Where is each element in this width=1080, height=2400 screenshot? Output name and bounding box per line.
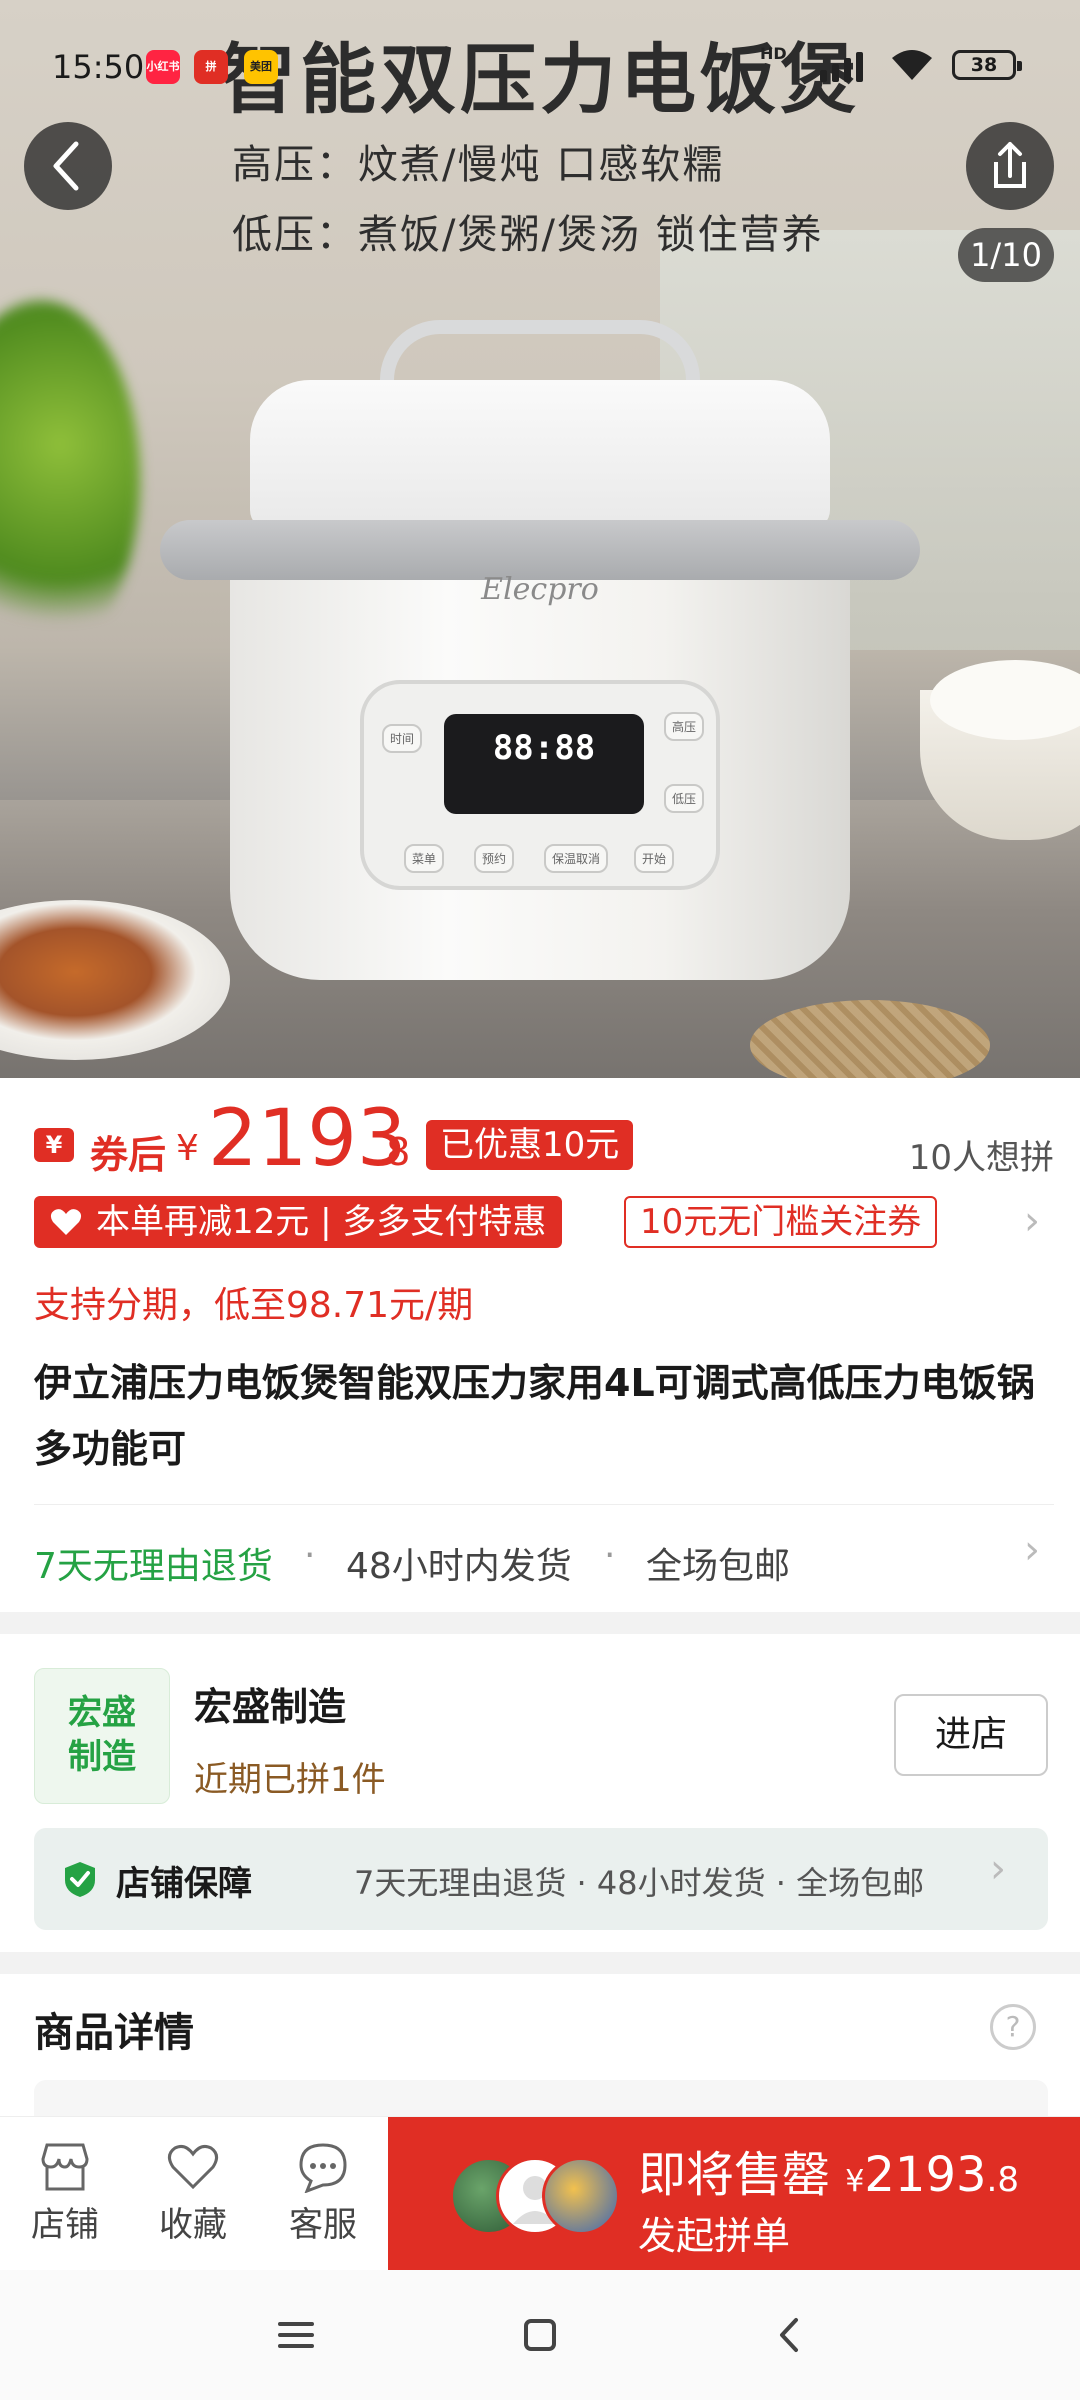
group-buy-button[interactable]: 即将售罄 ¥2193.8 发起拼单 <box>388 2117 1080 2271</box>
share-icon <box>994 142 1026 188</box>
cooker-btn-start: 开始 <box>634 844 675 873</box>
bottom-action-bar: 店铺 收藏 客服 即将售罄 ¥2193.8 发起拼单 <box>0 2116 1080 2271</box>
customer-service-label: 客服 <box>289 2205 357 2245</box>
hero-subline-low-pressure: 低压：煮饭/煲粥/煲汤 锁住营养 <box>232 212 824 258</box>
cooker-display: 88:88 <box>444 714 644 814</box>
cooker-brand: Elecpro <box>481 572 599 607</box>
section-divider <box>0 1952 1080 1974</box>
favorite-label: 收藏 <box>159 2205 227 2245</box>
wifi-icon <box>890 46 934 91</box>
store-icon <box>41 2143 89 2191</box>
back-triangle-icon <box>780 2318 798 2352</box>
back-button[interactable] <box>24 122 112 210</box>
signal-icon <box>790 46 880 82</box>
buy-price-decimal: .8 <box>986 2160 1019 2200</box>
service-free-shipping: 全场包邮 <box>646 1546 791 1587</box>
pinduoduo-icon: 拼 <box>194 50 228 84</box>
chevron-right-icon: › <box>1024 1527 1040 1573</box>
discount-badge: 已优惠10元 <box>426 1120 634 1170</box>
promo-follow-coupon[interactable]: 10元无门槛关注券 <box>624 1196 938 1248</box>
rice-cooker-product: Elecpro 88:88 时间 高压 低压 菜单 预约 保温取消 开始 <box>160 310 920 1010</box>
promo-payment-text: 本单再减12元 | 多多支付特惠 <box>96 1202 547 1242</box>
cooker-btn-time: 时间 <box>382 724 423 753</box>
cooker-btn-high: 高压 <box>664 712 705 741</box>
chevron-left-icon <box>53 141 79 191</box>
section-divider <box>0 1612 1080 1634</box>
cooker-control-panel: 88:88 时间 高压 低压 菜单 预约 保温取消 开始 <box>360 680 720 890</box>
start-group-buy-label: 发起拼单 <box>638 2214 791 2258</box>
coupon-icon: ¥ <box>34 1128 74 1162</box>
product-image-carousel[interactable]: 智能双压力电饭煲 高压：炆煮/慢炖 口感软糯 低压：煮饭/煲粥/煲汤 锁住营养 … <box>0 0 1080 1078</box>
promo-row[interactable]: 本单再减12元 | 多多支付特惠 10元无门槛关注券 › <box>34 1196 1054 1248</box>
promo-payment-discount[interactable]: 本单再减12元 | 多多支付特惠 <box>34 1196 563 1248</box>
cooker-btn-menu: 菜单 <box>404 844 445 873</box>
heart-icon <box>50 1209 82 1235</box>
cooker-btn-low: 低压 <box>664 784 705 813</box>
home-nav-button[interactable] <box>480 2270 600 2400</box>
service-shipping: 48小时内发货 <box>346 1546 572 1587</box>
want-count: 10人想拼 <box>908 1138 1054 1178</box>
avatar <box>542 2157 620 2235</box>
sell-out-label: 即将售罄 <box>638 2147 831 2203</box>
home-square-icon <box>524 2319 556 2351</box>
status-bar: 15:50 小红书 拼 美团 HD 38 <box>0 40 1080 94</box>
menu-nav-button[interactable] <box>236 2270 356 2400</box>
service-separator: · <box>304 1535 316 1576</box>
store-tab-label: 店铺 <box>31 2205 99 2245</box>
shield-check-icon <box>65 1862 95 1897</box>
detail-title: 商品详情 <box>34 2010 194 2056</box>
store-name[interactable]: 宏盛制造 <box>194 1676 346 1731</box>
cooker-btn-keepwarm: 保温取消 <box>544 844 609 873</box>
cooker-lid <box>250 380 830 530</box>
cooker-ring <box>160 520 920 580</box>
heart-outline-icon <box>168 2145 218 2190</box>
buy-price-integer: 2193 <box>864 2147 987 2203</box>
guarantee-title: 店铺保障 <box>116 1864 252 1904</box>
price-row: ¥ 券后 ¥ 2193 .8 已优惠10元 10人想拼 <box>34 1094 1054 1184</box>
meituan-icon: 美团 <box>244 50 278 84</box>
share-button[interactable] <box>966 122 1054 210</box>
xiaohongshu-icon: 小红书 <box>146 50 180 84</box>
service-return: 7天无理由退货 <box>34 1546 273 1587</box>
customer-service-button[interactable]: 客服 <box>268 2141 378 2246</box>
network-hd-indicator: HD <box>760 44 787 63</box>
price-currency: ¥ <box>176 1128 199 1169</box>
store-tab-button[interactable]: 店铺 <box>10 2141 120 2246</box>
store-logo[interactable]: 宏盛制造 <box>34 1668 170 1804</box>
menu-icon <box>278 2322 314 2348</box>
price-decimal: .8 <box>374 1130 411 1174</box>
service-row[interactable]: 7天无理由退货 · 48小时内发货 · 全场包邮 › <box>34 1504 1054 1604</box>
buy-price-line: 即将售罄 ¥2193.8 <box>638 2135 1019 2205</box>
buyer-avatars <box>450 2157 620 2237</box>
status-time: 15:50 <box>52 48 145 86</box>
store-guarantee-bar[interactable]: 店铺保障 7天无理由退货 · 48小时发货 · 全场包邮 › <box>34 1828 1048 1930</box>
system-navigation-bar <box>0 2270 1080 2400</box>
back-nav-button[interactable] <box>728 2270 848 2400</box>
background-plant <box>0 300 140 660</box>
coupon-label: 券后 <box>90 1133 167 1177</box>
image-counter: 1/10 <box>958 228 1054 282</box>
guarantee-items: 7天无理由退货 · 48小时发货 · 全场包邮 <box>354 1864 925 1902</box>
installment-info[interactable]: 支持分期，低至98.71元/期 <box>34 1276 473 1328</box>
hero-subline-high-pressure: 高压：炆煮/慢炖 口感软糯 <box>232 142 725 188</box>
buy-price-currency: ¥ <box>845 2164 865 2199</box>
chevron-right-icon[interactable]: › <box>1024 1198 1040 1244</box>
cooker-btn-reserve: 预约 <box>474 844 515 873</box>
chevron-right-icon: › <box>990 1846 1006 1892</box>
chat-icon <box>299 2143 347 2193</box>
enter-store-button[interactable]: 进店 <box>894 1694 1048 1776</box>
store-logo-text: 宏盛制造 <box>68 1693 136 1777</box>
product-title: 伊立浦压力电饭煲智能双压力家用4L可调式高低压力电饭锅多功能可 <box>34 1361 1035 1471</box>
service-separator: · <box>604 1535 616 1576</box>
help-icon[interactable]: ? <box>990 2004 1036 2050</box>
favorite-button[interactable]: 收藏 <box>138 2141 248 2246</box>
battery-icon: 38 <box>952 50 1022 80</box>
store-sales: 近期已拼1件 <box>194 1760 386 1800</box>
detail-card <box>34 2080 1048 2120</box>
